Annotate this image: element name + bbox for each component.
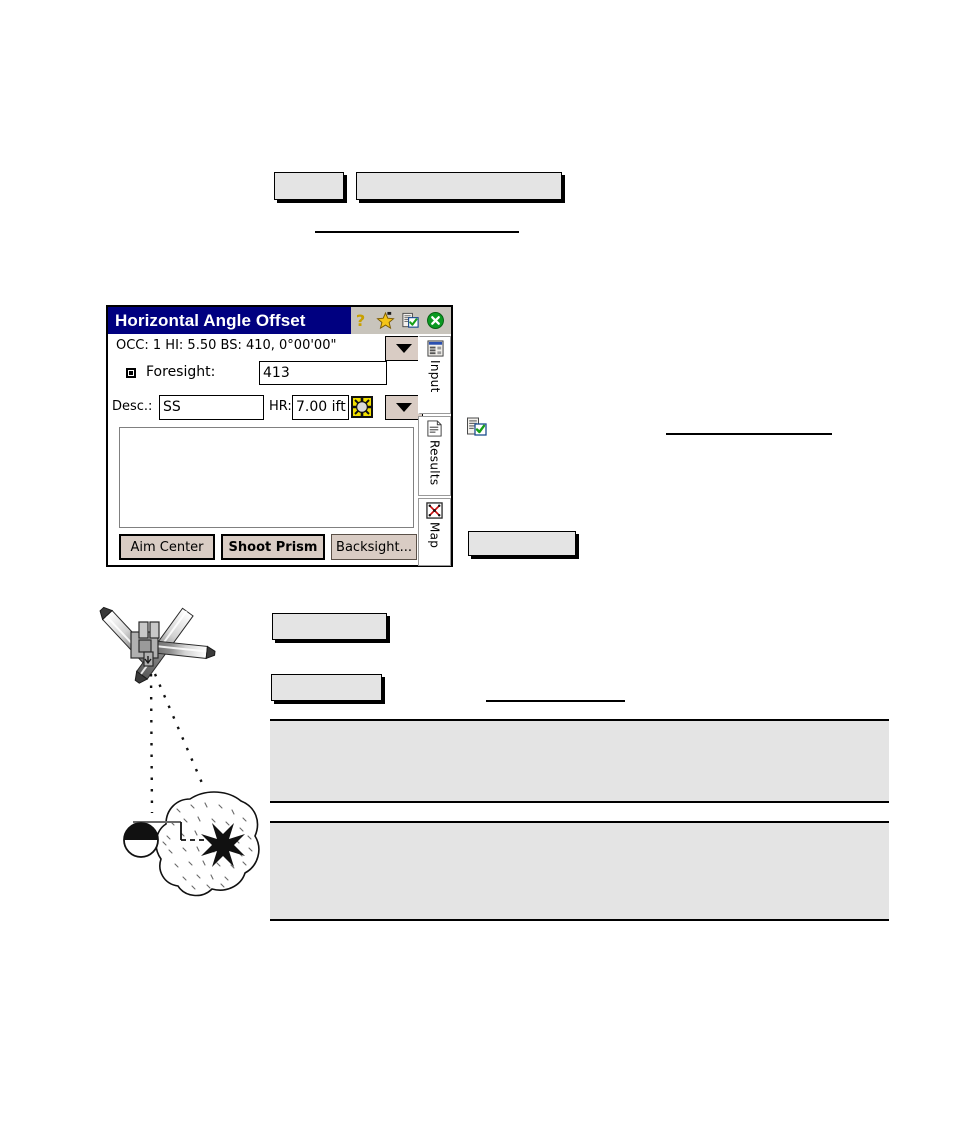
notes-document-check-icon[interactable] — [401, 311, 420, 330]
shoot-prism-button[interactable]: Shoot Prism — [221, 534, 325, 560]
hr-label: HR: — [269, 399, 292, 414]
horizontal-angle-offset-dialog: Horizontal Angle Offset ? OCC: 1 HI: 5.5… — [106, 305, 453, 567]
tab-results-label: Results — [427, 440, 442, 486]
tab-input-label: Input — [428, 360, 442, 393]
map-icon — [426, 502, 443, 519]
dialog-side-tabs: Input Results Map — [418, 336, 453, 566]
tab-map-label: Map — [427, 522, 442, 549]
blank-box-lower-b — [271, 674, 382, 701]
chevron-down-icon — [396, 344, 412, 353]
rule-lower-left — [486, 700, 625, 702]
sight-line-left-dotted — [149, 673, 154, 814]
title-bar-icon-group: ? — [350, 307, 451, 334]
note-band-upper — [270, 719, 889, 803]
help-icon[interactable]: ? — [351, 311, 370, 330]
close-icon[interactable] — [426, 311, 445, 330]
foresight-label: Foresight: — [146, 364, 216, 380]
svg-text:?: ? — [356, 311, 365, 330]
occupy-status-line: OCC: 1 HI: 5.50 BS: 410, 0°00'00" — [116, 338, 337, 353]
rule-right — [666, 433, 832, 435]
total-station-instrument — [99, 606, 216, 684]
report-icon — [427, 420, 442, 437]
blank-box-mid-right — [468, 531, 576, 556]
hr-input[interactable]: 7.00 ift — [292, 395, 349, 420]
tab-input[interactable]: Input — [418, 336, 451, 414]
blank-box-top-right — [356, 172, 562, 200]
desc-label: Desc.: — [112, 399, 153, 414]
favorites-star-icon[interactable] — [376, 311, 395, 330]
foresight-radio[interactable] — [126, 368, 136, 378]
form-icon — [426, 340, 444, 357]
foresight-row: Foresight: 413 — [116, 361, 411, 387]
blank-box-lower-a — [272, 613, 387, 640]
dialog-title-bar: Horizontal Angle Offset ? — [108, 307, 451, 334]
dialog-button-row: Aim Center Shoot Prism Backsight... — [119, 534, 417, 560]
aim-center-button[interactable]: Aim Center — [119, 534, 215, 560]
notes-doc-check-icon — [467, 417, 487, 436]
prism-target-circle — [123, 822, 159, 858]
backsight-button[interactable]: Backsight... — [331, 534, 417, 560]
blank-box-top-left — [274, 172, 344, 200]
survey-offset-diagram — [99, 606, 260, 897]
rule-top — [315, 231, 519, 233]
tab-map[interactable]: Map — [418, 498, 451, 566]
note-band-lower — [270, 821, 889, 921]
desc-input[interactable]: SS — [159, 395, 264, 420]
chevron-down-icon — [396, 403, 412, 412]
tab-results[interactable]: Results — [418, 416, 451, 496]
prism-target-icon[interactable] — [351, 396, 373, 418]
foresight-input[interactable]: 413 — [259, 361, 387, 385]
tree-canopy-outline — [155, 791, 260, 897]
sight-line-right-dotted — [153, 673, 207, 791]
message-list[interactable] — [119, 427, 414, 528]
dialog-title: Horizontal Angle Offset — [115, 310, 306, 330]
